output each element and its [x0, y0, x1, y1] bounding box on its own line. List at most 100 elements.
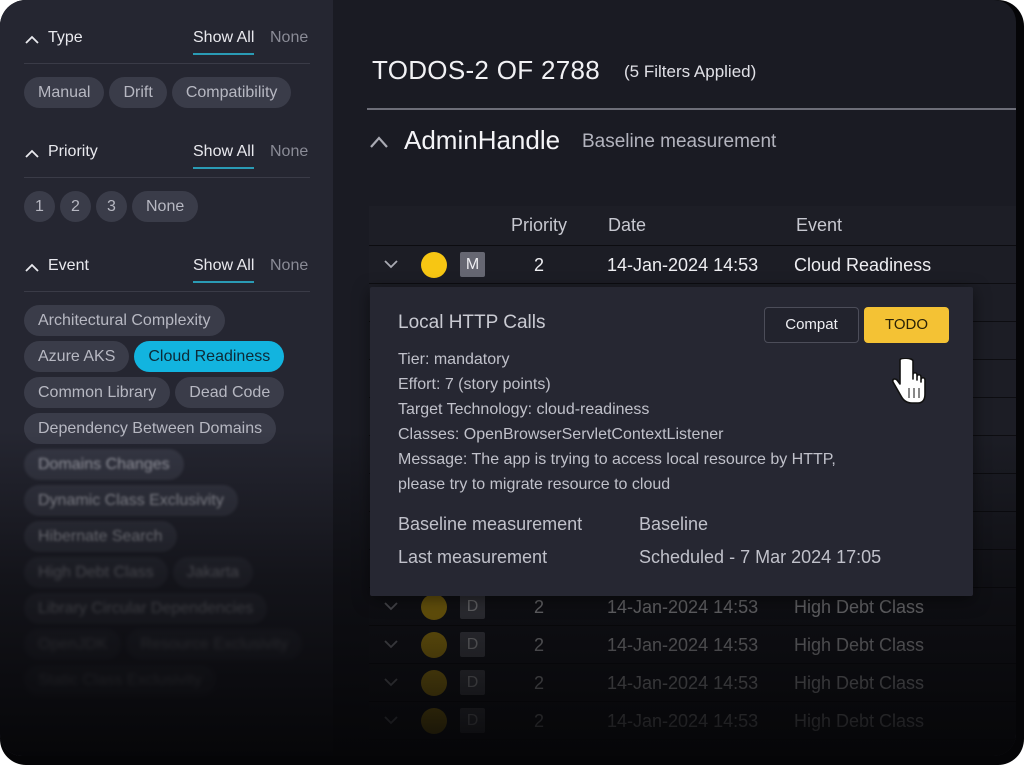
chip-high-debt-class[interactable]: High Debt Class	[24, 557, 168, 588]
chevron-up-icon[interactable]	[24, 260, 40, 274]
chip-priority-1[interactable]: 1	[24, 191, 55, 222]
table-row[interactable]: D 2 14-Jan-2024 14:53 High Debt Class	[369, 664, 1016, 702]
chip-openjdk[interactable]: OpenJDK	[24, 629, 122, 660]
chevron-down-icon[interactable]	[383, 638, 399, 650]
cell-priority: 2	[534, 711, 545, 731]
priority-dot-icon	[421, 594, 447, 620]
event-chips: Architectural Complexity Azure AKS Cloud…	[24, 305, 324, 696]
type-badge: D	[460, 594, 485, 619]
popup-target-technology: Target Technology: cloud-readiness	[398, 401, 650, 418]
cell-priority: 2	[534, 635, 545, 655]
table-row[interactable]: D 2 14-Jan-2024 14:53 High Debt Class	[369, 626, 1016, 664]
cell-event: High Debt Class	[794, 711, 925, 731]
chip-priority-3[interactable]: 3	[96, 191, 127, 222]
chip-priority-none[interactable]: None	[132, 191, 199, 222]
table-row[interactable]: D 2 14-Jan-2024 14:53 High Debt Class	[369, 702, 1016, 740]
column-header-priority[interactable]: Priority	[511, 206, 567, 244]
chevron-up-icon[interactable]	[24, 146, 40, 160]
group-subtitle: Baseline measurement	[582, 131, 777, 152]
type-show-all-link[interactable]: Show All	[193, 24, 255, 55]
app-screen: Type Show All None Manual Drift Compatib…	[0, 0, 1016, 756]
last-measurement-value: Scheduled - 7 Mar 2024 17:05	[639, 547, 882, 567]
chip-common-library[interactable]: Common Library	[24, 377, 171, 408]
priority-filter-title: Priority	[48, 143, 98, 160]
type-none-link[interactable]: None	[270, 24, 308, 52]
type-filter-title: Type	[48, 29, 83, 46]
chip-domains-changes[interactable]: Domains Changes	[24, 449, 184, 480]
popup-message-cont: please try to migrate resource to cloud	[398, 476, 671, 493]
chip-dynamic-class-exclusivity[interactable]: Dynamic Class Exclusivity	[24, 485, 238, 516]
title-divider	[367, 108, 1016, 110]
chevron-down-icon[interactable]	[383, 600, 399, 612]
chevron-up-icon[interactable]	[369, 134, 389, 150]
group-title: AdminHandle	[404, 125, 561, 155]
type-filter-header: Type Show All None	[24, 24, 310, 64]
priority-none-link[interactable]: None	[270, 138, 308, 166]
baseline-measurement-value: Baseline	[639, 514, 709, 534]
cell-event: Cloud Readiness	[794, 255, 932, 275]
todos-count-title: TODOS-2 OF 2788	[372, 55, 600, 85]
chevron-down-icon[interactable]	[383, 676, 399, 688]
chip-resource-exclusivity[interactable]: Resource Exclusivity	[126, 629, 302, 660]
chip-priority-2[interactable]: 2	[60, 191, 91, 222]
priority-dot-icon	[421, 670, 447, 696]
event-show-all-link[interactable]: Show All	[193, 252, 255, 283]
cell-priority: 2	[534, 673, 545, 693]
chip-compatibility[interactable]: Compatibility	[171, 77, 292, 108]
popup-message: Message: The app is trying to access loc…	[398, 451, 836, 468]
cell-date: 14-Jan-2024 14:53	[607, 255, 759, 275]
event-none-link[interactable]: None	[270, 252, 308, 280]
popup-details: Tier: mandatory Effort: 7 (story points)…	[398, 347, 836, 497]
compat-button[interactable]: Compat	[764, 307, 859, 343]
type-badge: D	[460, 632, 485, 657]
event-filter-title: Event	[48, 257, 89, 274]
chip-static-class-exclusivity[interactable]: Static Class Exclusivity	[24, 665, 216, 696]
cell-event: High Debt Class	[794, 673, 925, 693]
chip-hibernate-search[interactable]: Hibernate Search	[24, 521, 177, 552]
popup-effort: Effort: 7 (story points)	[398, 376, 551, 393]
chip-cloud-readiness[interactable]: Cloud Readiness	[134, 341, 285, 372]
cell-event: High Debt Class	[794, 635, 925, 655]
chip-manual[interactable]: Manual	[24, 77, 105, 108]
popup-classes: Classes: OpenBrowserServletContextListen…	[398, 426, 724, 443]
event-filter-header: Event Show All None	[24, 252, 310, 292]
cell-priority: 2	[534, 255, 545, 275]
app-frame: Type Show All None Manual Drift Compatib…	[0, 0, 1024, 765]
type-chips: Manual Drift Compatibility	[24, 77, 324, 108]
chip-azure-aks[interactable]: Azure AKS	[24, 341, 130, 372]
type-badge: D	[460, 708, 485, 733]
chevron-up-icon[interactable]	[24, 32, 40, 46]
chevron-down-icon[interactable]	[383, 714, 399, 726]
column-header-event[interactable]: Event	[796, 206, 842, 244]
chip-dependency-between-domains[interactable]: Dependency Between Domains	[24, 413, 277, 444]
chevron-down-icon[interactable]	[383, 258, 399, 270]
popup-tier: Tier: mandatory	[398, 351, 510, 368]
cell-date: 14-Jan-2024 14:53	[607, 635, 759, 655]
filter-sidebar: Type Show All None Manual Drift Compatib…	[0, 0, 333, 756]
chip-drift[interactable]: Drift	[109, 77, 167, 108]
priority-dot-icon	[421, 708, 447, 734]
baseline-measurement-label: Baseline measurement	[398, 514, 583, 534]
filters-applied-label: (5 Filters Applied)	[624, 62, 757, 81]
type-badge: M	[460, 252, 485, 277]
last-measurement-label: Last measurement	[398, 547, 548, 567]
table-header: Priority Date Event	[369, 206, 1016, 246]
todo-detail-popup: Local HTTP Calls Tier: mandatory Effort:…	[370, 287, 973, 596]
popup-title: Local HTTP Calls	[398, 312, 546, 333]
priority-chips: 1 2 3 None	[24, 191, 324, 222]
chip-jakarta[interactable]: Jakarta	[172, 557, 254, 588]
priority-dot-icon	[421, 632, 447, 658]
table-row[interactable]: M 2 14-Jan-2024 14:53 Cloud Readiness	[369, 246, 1016, 284]
type-badge: D	[460, 670, 485, 695]
column-header-date[interactable]: Date	[608, 206, 646, 244]
todo-button[interactable]: TODO	[864, 307, 949, 343]
chip-architectural-complexity[interactable]: Architectural Complexity	[24, 305, 225, 336]
cell-date: 14-Jan-2024 14:53	[607, 673, 759, 693]
hand-cursor-icon	[892, 358, 926, 404]
priority-dot-icon	[421, 252, 447, 278]
chip-library-circular-dependencies[interactable]: Library Circular Dependencies	[24, 593, 268, 624]
chip-dead-code[interactable]: Dead Code	[175, 377, 285, 408]
cell-date: 14-Jan-2024 14:53	[607, 711, 759, 731]
priority-filter-header: Priority Show All None	[24, 138, 310, 178]
priority-show-all-link[interactable]: Show All	[193, 138, 255, 169]
